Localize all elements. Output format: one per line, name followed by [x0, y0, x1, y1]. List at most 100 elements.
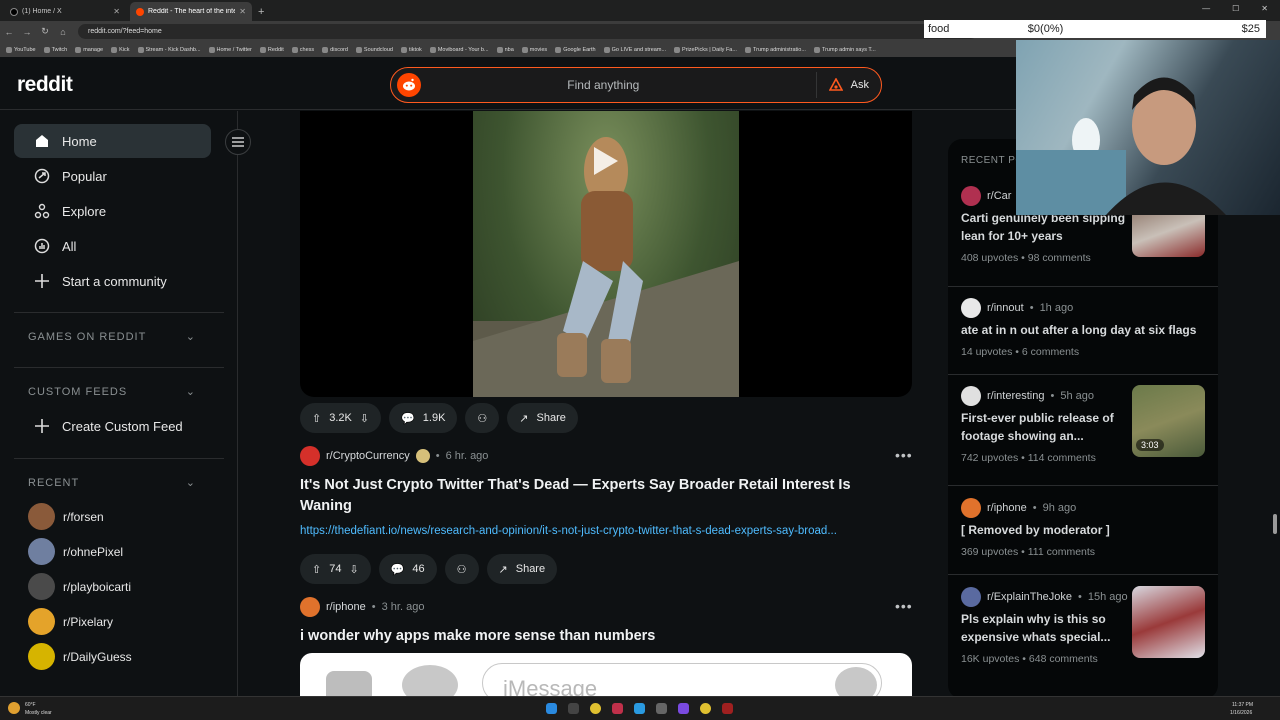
- close-icon[interactable]: ✕: [239, 7, 246, 16]
- bookmark-item[interactable]: discord: [322, 46, 348, 53]
- close-window-icon[interactable]: ✕: [1261, 4, 1268, 13]
- subreddit-avatar[interactable]: [300, 446, 320, 466]
- chevron-down-icon: ⌄: [185, 477, 196, 489]
- upvote-icon[interactable]: ⇧: [312, 563, 321, 576]
- chrome-icon[interactable]: [700, 703, 711, 714]
- reload-icon[interactable]: ↻: [36, 26, 54, 37]
- bookmark-item[interactable]: Go LIVE and stream...: [603, 46, 666, 53]
- maximize-icon[interactable]: ☐: [1232, 4, 1239, 13]
- bookmark-item[interactable]: Soundcloud: [355, 46, 393, 53]
- nav-start-community[interactable]: Start a community: [14, 264, 211, 298]
- award-button[interactable]: ⚇: [444, 554, 479, 584]
- bookmark-item[interactable]: PrizePicks | Daily Fa...: [674, 46, 737, 53]
- post3-meta: r/iphone • 3 hr. ago: [300, 597, 424, 617]
- nav-home[interactable]: Home: [14, 124, 211, 158]
- post-title[interactable]: It's Not Just Crypto Twitter That's Dead…: [300, 475, 900, 517]
- post-title[interactable]: i wonder why apps make more sense than n…: [300, 626, 900, 647]
- comments-text: 6 comments: [1021, 346, 1080, 358]
- discord-icon[interactable]: [678, 703, 689, 714]
- edge-icon[interactable]: [634, 703, 645, 714]
- post-link[interactable]: https://thedefiant.io/news/research-and-…: [300, 525, 912, 537]
- post-thumbnail[interactable]: [1132, 586, 1205, 658]
- search-bar[interactable]: Find anything Ask: [390, 67, 882, 103]
- scrollbar[interactable]: [1272, 110, 1278, 696]
- more-options-icon[interactable]: •••: [895, 598, 913, 614]
- bookmark-item[interactable]: nba: [496, 46, 514, 53]
- bookmark-item[interactable]: Google Earth: [555, 46, 596, 53]
- upvote-icon[interactable]: ⇧: [312, 412, 321, 425]
- search-icon[interactable]: [568, 703, 579, 714]
- play-icon[interactable]: [594, 147, 618, 175]
- bookmark-item[interactable]: Trump administratio...: [744, 46, 806, 53]
- window-controls: — ☐ ✕: [1202, 4, 1268, 13]
- recent-community[interactable]: r/DailyGuess: [28, 643, 132, 670]
- downvote-icon[interactable]: ⇩: [349, 563, 358, 576]
- recent-community[interactable]: r/forsen: [28, 503, 104, 530]
- more-options-icon[interactable]: •••: [895, 447, 913, 463]
- webcam-scene: [1016, 77, 1226, 215]
- bookmark-item[interactable]: YouTube: [6, 46, 36, 53]
- minimize-icon[interactable]: —: [1202, 4, 1210, 13]
- bookmark-icon: [291, 46, 298, 53]
- downvote-icon[interactable]: ⇩: [360, 412, 369, 425]
- bookmark-item[interactable]: Twitch: [43, 46, 67, 53]
- bookmark-item[interactable]: tiktok: [400, 46, 422, 53]
- subreddit-link[interactable]: r/iphone: [326, 601, 366, 613]
- nav-popular[interactable]: Popular: [14, 159, 211, 193]
- subreddit-link[interactable]: r/CryptoCurrency: [326, 450, 410, 462]
- bookmark-item[interactable]: Home / Twitter: [208, 46, 252, 53]
- bookmark-item[interactable]: Kick: [111, 46, 130, 53]
- home-browser-icon[interactable]: ⌂: [54, 27, 72, 37]
- close-icon[interactable]: ✕: [113, 7, 120, 16]
- recent-community[interactable]: r/playboicarti: [28, 573, 131, 600]
- subreddit-avatar[interactable]: [300, 597, 320, 617]
- recent-post[interactable]: r/iphone • 9h ago [ Removed by moderator ]…: [961, 497, 1209, 558]
- bookmark-item[interactable]: chess: [291, 46, 314, 53]
- nav-all[interactable]: All: [14, 229, 211, 263]
- vote-control[interactable]: ⇧ 74 ⇩: [300, 554, 371, 584]
- create-custom-feed[interactable]: Create Custom Feed: [14, 409, 211, 443]
- chevron-down-icon: ⌄: [185, 386, 196, 398]
- back-icon[interactable]: ←: [0, 27, 18, 37]
- ask-button[interactable]: Ask: [815, 72, 881, 98]
- award-button[interactable]: ⚇: [465, 403, 500, 433]
- settings-icon[interactable]: [656, 703, 667, 714]
- share-button[interactable]: ↗ Share: [486, 554, 558, 584]
- subreddit-avatar: [961, 186, 981, 206]
- post-thumbnail[interactable]: 3:03: [1132, 385, 1205, 457]
- bookmark-item[interactable]: movies: [521, 46, 547, 53]
- comments-button[interactable]: 💬 46: [378, 554, 437, 584]
- url-field[interactable]: reddit.com/?feed=home: [78, 24, 978, 39]
- collapse-sidebar-button[interactable]: [225, 129, 251, 155]
- forward-icon[interactable]: →: [18, 27, 36, 37]
- custom-feeds-section-header[interactable]: CUSTOM FEEDS ⌄: [28, 385, 196, 399]
- award-icon: ⚇: [456, 563, 467, 576]
- recent-post[interactable]: r/innout • 1h ago ate at in n out after a …: [961, 297, 1209, 358]
- post-image[interactable]: iMessage: [300, 653, 912, 696]
- start-icon[interactable]: [546, 703, 557, 714]
- audio-icon: [835, 667, 877, 696]
- bookmark-item[interactable]: manage: [75, 46, 103, 53]
- recent-section-header[interactable]: RECENT ⌄: [28, 476, 196, 490]
- browser-tab-reddit[interactable]: Reddit - The heart of the intern ✕: [130, 2, 252, 21]
- bookmark-icon: [6, 46, 12, 53]
- bookmark-item[interactable]: Reddit: [259, 46, 284, 53]
- bookmark-item[interactable]: Moviboard - Your b...: [429, 46, 489, 53]
- bookmark-item[interactable]: Stream - Kick Dashb...: [137, 46, 201, 53]
- app-icon[interactable]: [722, 703, 733, 714]
- recent-community[interactable]: r/ohnePixel: [28, 538, 123, 565]
- recent-community[interactable]: r/Pixelary: [28, 608, 113, 635]
- app-icon[interactable]: [612, 703, 623, 714]
- games-section-header[interactable]: GAMES ON REDDIT ⌄: [28, 330, 196, 344]
- video-player[interactable]: [300, 111, 912, 397]
- nav-explore[interactable]: Explore: [14, 194, 211, 228]
- bookmark-item[interactable]: Trump admin says T...: [813, 46, 876, 53]
- comments-button[interactable]: 💬 1.9K: [389, 403, 458, 433]
- share-button[interactable]: ↗ Share: [507, 403, 578, 433]
- chrome-icon[interactable]: [590, 703, 601, 714]
- browser-tab-x[interactable]: (1) Home / X ✕: [4, 2, 126, 21]
- reddit-logo[interactable]: reddit: [17, 73, 73, 97]
- vote-control[interactable]: ⇧ 3.2K ⇩: [300, 403, 382, 433]
- scrollbar-thumb[interactable]: [1273, 514, 1277, 534]
- new-tab-button[interactable]: +: [258, 6, 264, 18]
